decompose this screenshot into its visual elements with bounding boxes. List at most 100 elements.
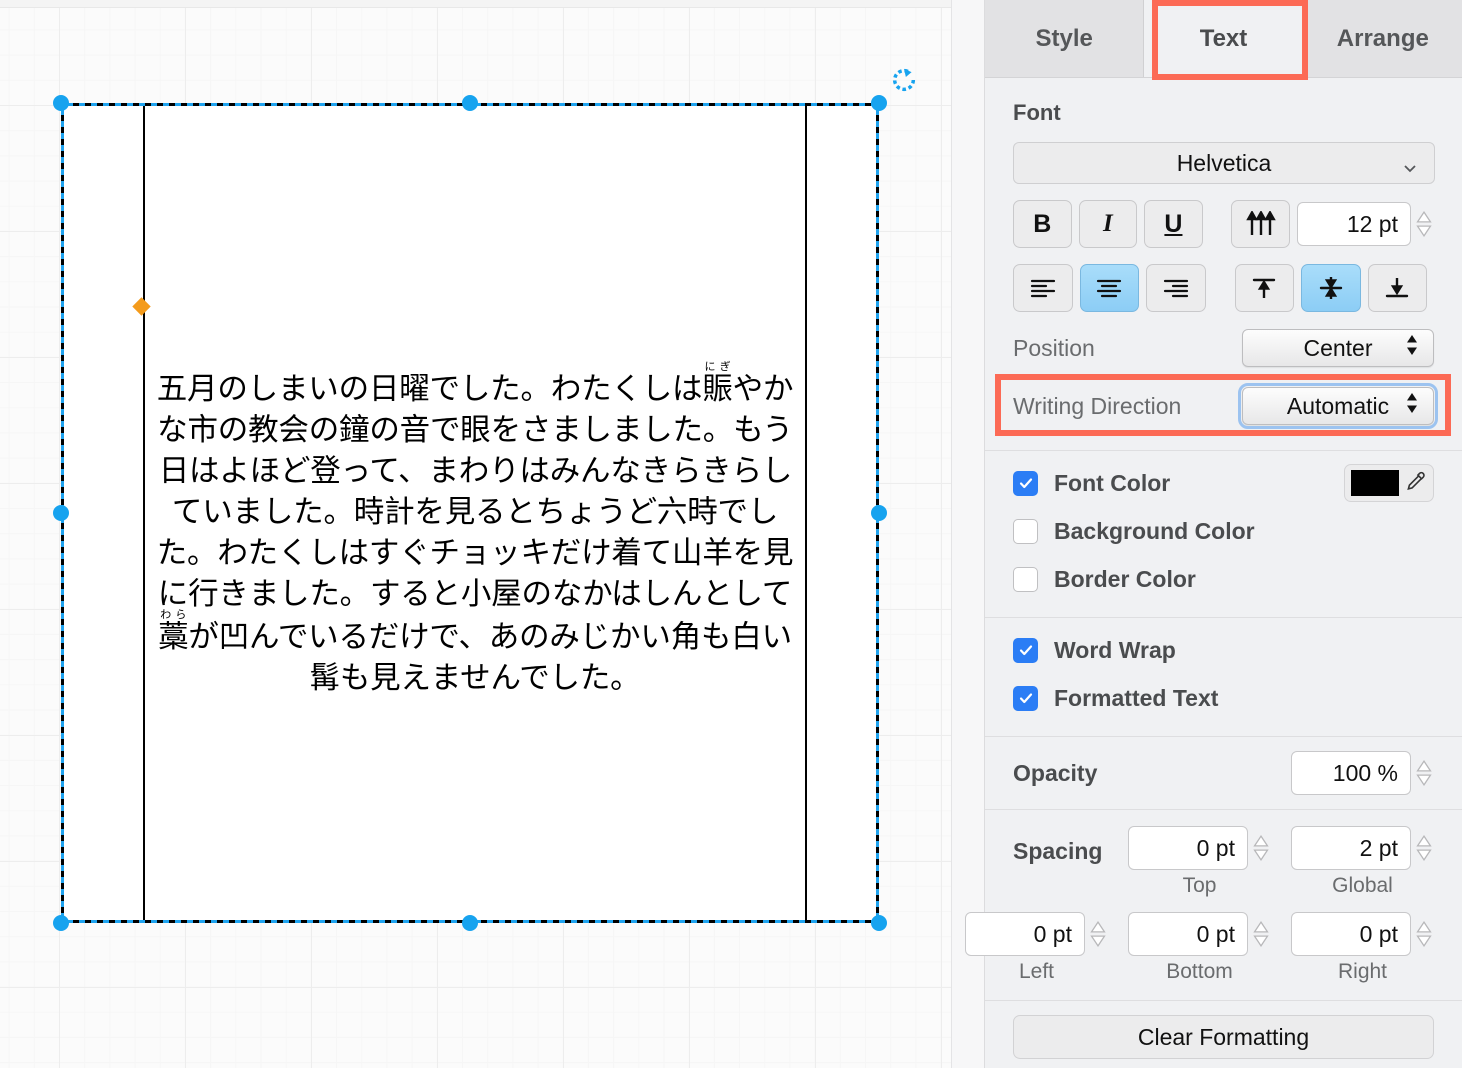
opacity-field-group: 100 % <box>1291 751 1434 795</box>
underline-button[interactable]: U <box>1144 200 1203 248</box>
font-color-checkbox[interactable] <box>1013 471 1038 496</box>
spacing-right-stepper[interactable] <box>1414 920 1434 948</box>
spacing-left-value: 0 pt <box>1034 921 1072 948</box>
divider-1 <box>985 450 1462 451</box>
spacing-left-stepper[interactable] <box>1088 920 1108 948</box>
border-color-checkbox[interactable] <box>1013 567 1038 592</box>
italic-button[interactable]: I <box>1079 200 1138 248</box>
bold-button[interactable]: B <box>1013 200 1072 248</box>
spacing-right-caption: Right <box>1338 960 1387 984</box>
tab-arrange-label: Arrange <box>1337 25 1429 53</box>
font-section-label: Font <box>1013 100 1434 126</box>
word-wrap-checkbox[interactable] <box>1013 638 1038 663</box>
spacing-global-caption: Global <box>1332 874 1393 898</box>
font-size-value: 12 pt <box>1347 211 1398 238</box>
align-left-icon[interactable] <box>1013 264 1073 312</box>
drawing-canvas[interactable]: 五月のしまいの日曜でした。わたくしは賑にぎやかな市の教会の鐘の音で眼をさましまし… <box>0 0 984 1068</box>
word-wrap-label: Word Wrap <box>1054 637 1176 664</box>
tab-text[interactable]: Text <box>1144 0 1303 77</box>
font-color-picker-button[interactable] <box>1344 464 1434 502</box>
tab-style-label: Style <box>1035 25 1092 53</box>
spacing-top-value: 0 pt <box>1197 835 1235 862</box>
position-label: Position <box>1013 335 1242 362</box>
clear-formatting-button[interactable]: Clear Formatting <box>1013 1015 1434 1059</box>
align-right-icon[interactable] <box>1146 264 1206 312</box>
spacing-bottom-caption: Bottom <box>1166 960 1233 984</box>
inspector-tabbar: Style Text Arrange <box>985 0 1462 78</box>
spacing-global-stepper[interactable] <box>1414 834 1434 862</box>
writing-direction-select[interactable]: Automatic <box>1242 387 1434 425</box>
spacing-top-field[interactable]: 0 pt <box>1128 826 1248 870</box>
position-value: Center <box>1303 335 1372 362</box>
border-color-row[interactable]: Border Color <box>985 555 1462 603</box>
opacity-label: Opacity <box>1013 760 1097 787</box>
font-size-stepper[interactable] <box>1414 210 1434 238</box>
spacing-global-group: 2 pt Global <box>1291 826 1434 898</box>
clear-formatting-label: Clear Formatting <box>1138 1024 1309 1051</box>
border-color-label: Border Color <box>1054 566 1196 593</box>
spacing-left-group: 0 pt Left <box>965 912 1108 984</box>
spacing-global-fieldgroup: 2 pt <box>1291 826 1434 870</box>
position-row: Position Center <box>1013 326 1434 370</box>
handle-bottom-right[interactable] <box>871 915 887 931</box>
alignment-row <box>1013 264 1434 312</box>
spacing-label: Spacing <box>1013 838 1102 865</box>
handle-middle-left[interactable] <box>53 505 69 521</box>
font-size-field[interactable]: 12 pt <box>1297 202 1411 246</box>
spacing-left-fieldgroup: 0 pt <box>965 912 1108 956</box>
formatted-text-row[interactable]: Formatted Text <box>985 674 1462 722</box>
spacing-left-field[interactable]: 0 pt <box>965 912 1085 956</box>
spacing-top-fieldgroup: 0 pt <box>1128 826 1271 870</box>
inspector-panel: Style Text Arrange Font Helvetica B I U <box>984 0 1462 1068</box>
font-family-select[interactable]: Helvetica <box>1013 142 1435 184</box>
font-color-swatch <box>1351 470 1399 496</box>
spacing-bottom-group: 0 pt Bottom <box>1128 912 1271 984</box>
spacing-top-stepper[interactable] <box>1251 834 1271 862</box>
underline-label: U <box>1164 210 1182 239</box>
formatted-text-checkbox[interactable] <box>1013 686 1038 711</box>
spacing-right-value: 0 pt <box>1360 921 1398 948</box>
spacing-right-fieldgroup: 0 pt <box>1291 912 1434 956</box>
spacing-right-field[interactable]: 0 pt <box>1291 912 1411 956</box>
position-select[interactable]: Center <box>1242 329 1434 367</box>
app-root: 五月のしまいの日曜でした。わたくしは賑にぎやかな市の教会の鐘の音で眼をさましまし… <box>0 0 1462 1068</box>
handle-top-right[interactable] <box>871 95 887 111</box>
tab-style[interactable]: Style <box>985 0 1144 77</box>
spacing-row-2: 0 pt Left 0 pt Bottom <box>985 898 1462 984</box>
background-color-checkbox[interactable] <box>1013 519 1038 544</box>
font-style-row: B I U 12 pt <box>1013 200 1434 248</box>
spacing-global-field[interactable]: 2 pt <box>1291 826 1411 870</box>
spacing-row-1: Spacing 0 pt Top 2 pt <box>985 810 1462 898</box>
opacity-field[interactable]: 100 % <box>1291 751 1411 795</box>
tab-text-label: Text <box>1200 25 1248 53</box>
spacing-bottom-fieldgroup: 0 pt <box>1128 912 1271 956</box>
font-color-row[interactable]: Font Color <box>985 459 1462 507</box>
canvas-scrollbar[interactable] <box>960 8 980 1068</box>
handle-bottom-left[interactable] <box>53 915 69 931</box>
opacity-stepper[interactable] <box>1414 759 1434 787</box>
handle-bottom-center[interactable] <box>462 915 478 931</box>
writing-direction-row: Writing Direction Automatic <box>1013 384 1434 428</box>
tab-arrange[interactable]: Arrange <box>1304 0 1462 77</box>
stepper-arrows-icon-2 <box>1405 391 1419 421</box>
valign-middle-icon[interactable] <box>1301 264 1361 312</box>
font-family-value: Helvetica <box>1177 150 1272 177</box>
eyedropper-icon[interactable] <box>1405 470 1427 497</box>
align-center-icon[interactable] <box>1080 264 1140 312</box>
spacing-right-group: 0 pt Right <box>1291 912 1434 984</box>
spacing-top-caption: Top <box>1183 874 1217 898</box>
spacing-bottom-field[interactable]: 0 pt <box>1128 912 1248 956</box>
handle-top-center[interactable] <box>462 95 478 111</box>
background-color-row[interactable]: Background Color <box>985 507 1462 555</box>
rotate-icon[interactable] <box>890 66 918 94</box>
valign-top-icon[interactable] <box>1235 264 1295 312</box>
handle-top-left[interactable] <box>53 95 69 111</box>
spacing-bottom-stepper[interactable] <box>1251 920 1271 948</box>
chevron-down-icon <box>1402 155 1418 171</box>
font-section: Font Helvetica B I U <box>985 100 1462 428</box>
line-spacing-icon[interactable] <box>1231 200 1290 248</box>
valign-bottom-icon[interactable] <box>1368 264 1428 312</box>
handle-middle-right[interactable] <box>871 505 887 521</box>
spacing-top-group: 0 pt Top <box>1128 826 1271 898</box>
word-wrap-row[interactable]: Word Wrap <box>985 626 1462 674</box>
